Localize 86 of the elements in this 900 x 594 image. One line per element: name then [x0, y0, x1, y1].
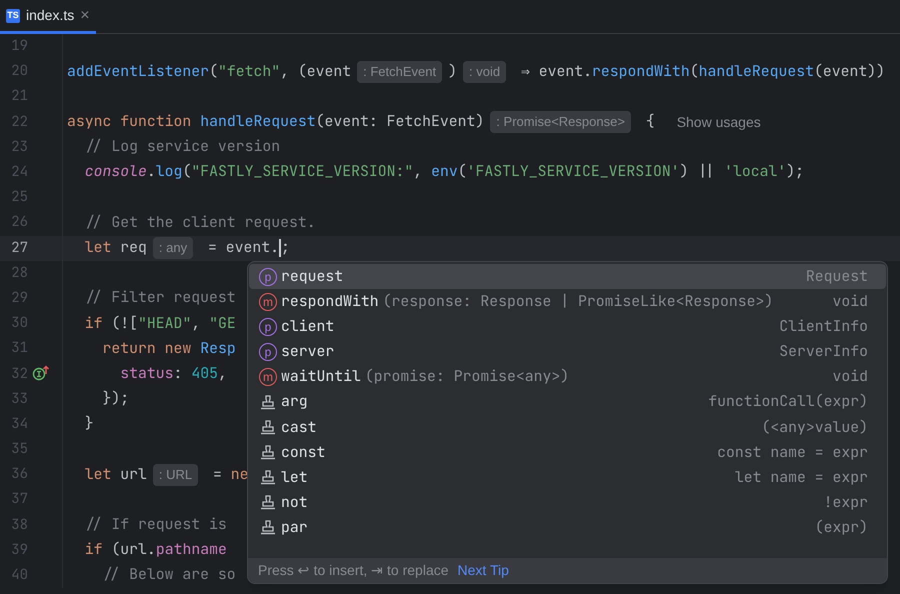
footer-hint: Press ↩ to insert, ⇥ to replace — [258, 561, 449, 580]
code-token: , (event — [280, 60, 352, 83]
typescript-file-icon: TS — [6, 8, 20, 22]
code-token: "GE — [209, 312, 236, 335]
completion-item[interactable]: cast (<any>value) — [249, 415, 886, 440]
code-token: Resp — [200, 338, 236, 360]
code-token: "fetch" — [218, 60, 280, 83]
code-token: respondWith — [592, 60, 690, 83]
code-token: req — [120, 237, 147, 259]
code-token: , — [191, 312, 202, 335]
code-token: if — [84, 539, 104, 562]
close-icon[interactable]: × — [80, 8, 90, 24]
code-token: return new — [102, 338, 192, 360]
code-token: } — [84, 413, 94, 436]
completion-item[interactable]: par (expr) — [249, 516, 886, 542]
show-usages-link[interactable]: Show usages — [676, 112, 761, 133]
code-token: status — [119, 362, 174, 385]
property-icon: p — [259, 268, 277, 286]
code-token: . — [146, 161, 156, 184]
code-token: ( — [209, 60, 218, 83]
stamp-icon — [259, 444, 277, 462]
completion-item[interactable]: p request Request — [249, 264, 886, 290]
inlay-hint: : any — [152, 237, 194, 259]
code-token: }); — [102, 388, 130, 410]
code-token: ) || — [680, 161, 716, 184]
code-token: // Get the client request. — [84, 212, 316, 234]
code-token: ) — [448, 60, 458, 83]
inlay-hint: : Promise<Response> — [490, 111, 631, 133]
completion-item[interactable]: m respondWith (response: Response | PromiseLike<Response>) void — [249, 289, 886, 314]
code-token: = — [212, 464, 223, 486]
method-icon: m — [259, 368, 277, 386]
code-token: log — [156, 161, 182, 184]
stamp-icon — [259, 394, 277, 412]
code-token: addEventListener — [67, 60, 210, 83]
code-token: (event)) — [814, 60, 886, 83]
stamp-icon — [259, 418, 277, 437]
code-token: ( — [458, 161, 467, 184]
line-number: 27 — [10, 238, 28, 259]
code-token: pathname — [156, 539, 227, 562]
inlay-hint: : void — [463, 61, 506, 83]
code-token: 405 — [191, 362, 218, 385]
code-token: ( — [690, 60, 699, 83]
completion-item[interactable]: arg functionCall(expr) — [249, 390, 886, 416]
code-token: "HEAD" — [138, 312, 192, 335]
code-token: = event. — [206, 237, 280, 259]
code-token: , — [218, 362, 227, 385]
code-token: { — [644, 111, 655, 134]
code-token: (url. — [111, 539, 156, 562]
completion-item[interactable]: p client ClientInfo — [249, 314, 886, 340]
code-token: console — [84, 161, 147, 184]
code-token: : — [174, 362, 184, 385]
completion-item[interactable]: p server ServerInfo — [249, 340, 886, 365]
code-token: ne — [230, 464, 249, 486]
code-token: url — [120, 464, 147, 486]
code-token: , — [413, 161, 424, 184]
code-token: "FASTLY_SERVICE_VERSION:" — [191, 161, 414, 184]
code-token: ); — [786, 161, 804, 184]
code-token: ; — [281, 237, 290, 259]
implementation-icon[interactable] — [32, 365, 50, 382]
tab-label: index.ts — [26, 6, 74, 25]
code-token: (![ — [111, 312, 138, 335]
code-token: // Log service version — [84, 136, 280, 158]
completion-item[interactable]: m waitUntil (promise: Promise<any>) void — [249, 364, 886, 390]
code-token: ⇒ event. — [520, 60, 592, 83]
completion-item[interactable]: let let name = expr — [249, 466, 886, 491]
code-token: let — [84, 237, 112, 259]
code-token: handleRequest — [698, 60, 814, 83]
completion-item[interactable]: const const name = expr — [249, 440, 886, 466]
code-token: async function — [67, 111, 192, 134]
code-token: env — [431, 161, 458, 184]
code-token: 'local' — [724, 161, 786, 184]
inlay-hint: : FetchEvent — [357, 61, 442, 83]
code-token: if — [84, 312, 104, 335]
completion-item[interactable]: not !expr — [249, 490, 886, 516]
code-token: // Filter request — [84, 287, 236, 310]
method-icon: m — [259, 292, 277, 311]
property-icon: p — [259, 343, 277, 362]
code-token: 'FASTLY_SERVICE_VERSION' — [466, 161, 680, 184]
code-token: // If request is — [84, 514, 227, 536]
code-token: let — [84, 464, 112, 486]
inlay-hint: : URL — [152, 464, 198, 486]
code-token: handleRequest — [200, 111, 316, 134]
code-token: (event: FetchEvent) — [316, 111, 484, 134]
code-token: // Below are so — [102, 564, 236, 586]
property-icon: p — [259, 318, 277, 336]
code-token: ( — [182, 161, 192, 184]
